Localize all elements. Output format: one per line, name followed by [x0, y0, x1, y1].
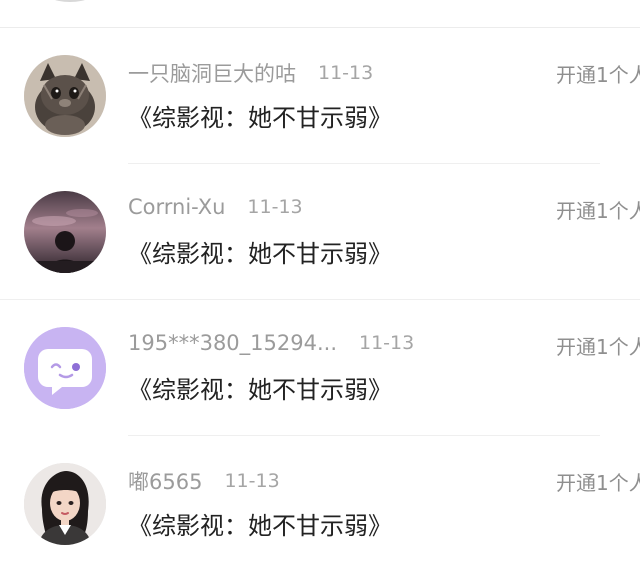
chat-bubble-face-icon — [24, 327, 106, 409]
kitten-avatar-image — [24, 55, 106, 137]
list-item[interactable]: 195***380_15294... 11-13 《综影视：她不甘示弱》 开通1个… — [0, 300, 640, 436]
book-title[interactable]: 《综影视：她不甘示弱》 — [128, 234, 392, 269]
date: 11-13 — [224, 470, 280, 492]
date: 11-13 — [247, 196, 303, 218]
previous-item-avatar — [40, 0, 100, 2]
date: 11-13 — [359, 332, 415, 354]
book-title[interactable]: 《综影视：她不甘示弱》 — [128, 506, 392, 541]
book-title[interactable]: 《综影视：她不甘示弱》 — [128, 370, 392, 405]
username[interactable]: 195***380_15294... — [128, 331, 337, 355]
item-meta: 一只脑洞巨大的咕 11-13 — [128, 58, 373, 90]
silhouette-sunset-avatar-image — [24, 191, 106, 273]
item-meta: 195***380_15294... 11-13 — [128, 330, 414, 362]
avatar[interactable] — [24, 463, 106, 545]
action-text: 开通1个人 — [556, 63, 640, 87]
subscriber-list: 一只脑洞巨大的咕 11-13 《综影视：她不甘示弱》 开通1个人 Corrni-… — [0, 28, 640, 572]
avatar[interactable] — [24, 191, 106, 273]
action-text: 开通1个人 — [556, 199, 640, 223]
cartoon-girl-avatar-image — [24, 463, 106, 545]
username[interactable]: 一只脑洞巨大的咕 — [128, 58, 296, 88]
action-text: 开通1个人 — [556, 471, 640, 495]
username[interactable]: 嘟6565 — [128, 466, 202, 496]
avatar[interactable] — [24, 55, 106, 137]
list-item[interactable]: 嘟6565 11-13 《综影视：她不甘示弱》 开通1个人 — [0, 436, 640, 572]
item-meta: Corrni-Xu 11-13 — [128, 194, 303, 226]
date: 11-13 — [318, 62, 374, 84]
list-item[interactable]: Corrni-Xu 11-13 《综影视：她不甘示弱》 开通1个人 — [0, 164, 640, 300]
avatar[interactable] — [24, 327, 106, 409]
list-item[interactable]: 一只脑洞巨大的咕 11-13 《综影视：她不甘示弱》 开通1个人 — [0, 28, 640, 164]
username[interactable]: Corrni-Xu — [128, 195, 225, 219]
item-meta: 嘟6565 11-13 — [128, 466, 280, 498]
book-title[interactable]: 《综影视：她不甘示弱》 — [128, 98, 392, 133]
action-text: 开通1个人 — [556, 335, 640, 359]
